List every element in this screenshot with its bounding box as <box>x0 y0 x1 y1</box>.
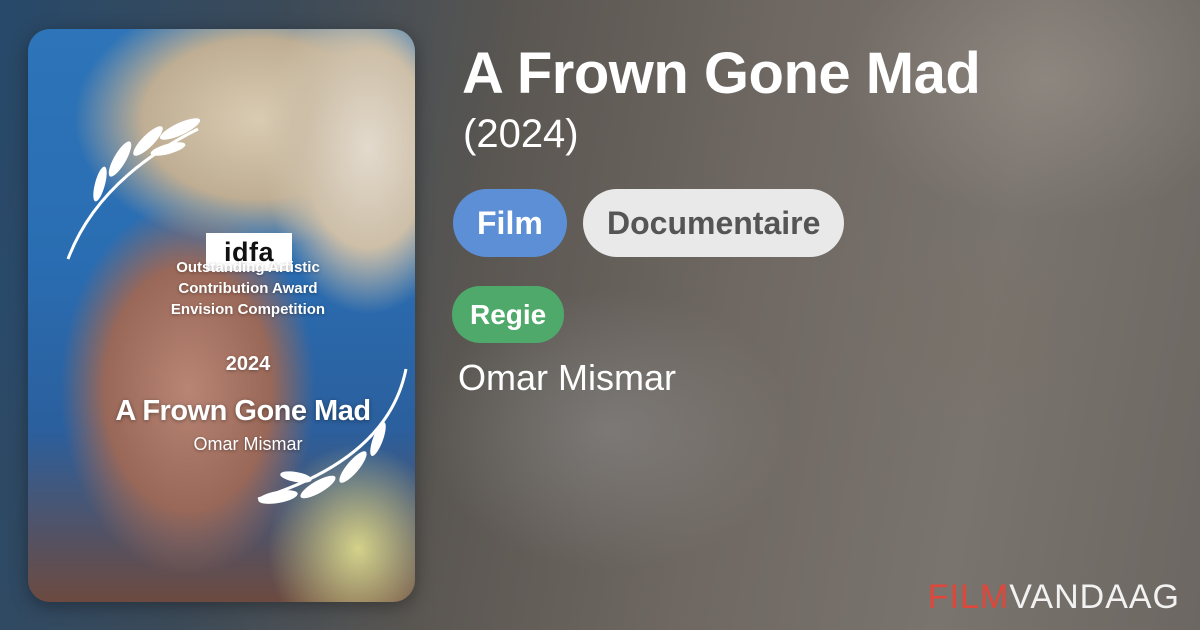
award-line-1: Outstanding Artistic <box>176 259 320 276</box>
poster-title: A Frown Gone Mad <box>115 395 371 427</box>
brand-part-film: FILM <box>927 578 1010 616</box>
brand-part-vandaag: VANDAAG <box>1009 578 1180 616</box>
director-name[interactable]: Omar Mismar <box>458 357 676 399</box>
award-year: 2024 <box>225 353 271 375</box>
filmvandaag-logo[interactable]: FILMVANDAAG <box>928 578 1180 617</box>
genre-tag-documentaire[interactable]: Documentaire <box>583 189 845 257</box>
poster-director: Omar Mismar <box>193 434 303 454</box>
movie-year: (2024) <box>463 112 579 156</box>
award-line-2: Contribution Award <box>178 280 318 297</box>
award-line-3: Envision Competition <box>170 301 326 318</box>
type-tag-film[interactable]: Film <box>453 189 567 257</box>
movie-poster[interactable]: idfa Outstanding Artistic Contribution A… <box>28 29 415 602</box>
movie-title: A Frown Gone Mad <box>462 41 981 106</box>
regie-label: Regie <box>452 286 565 343</box>
